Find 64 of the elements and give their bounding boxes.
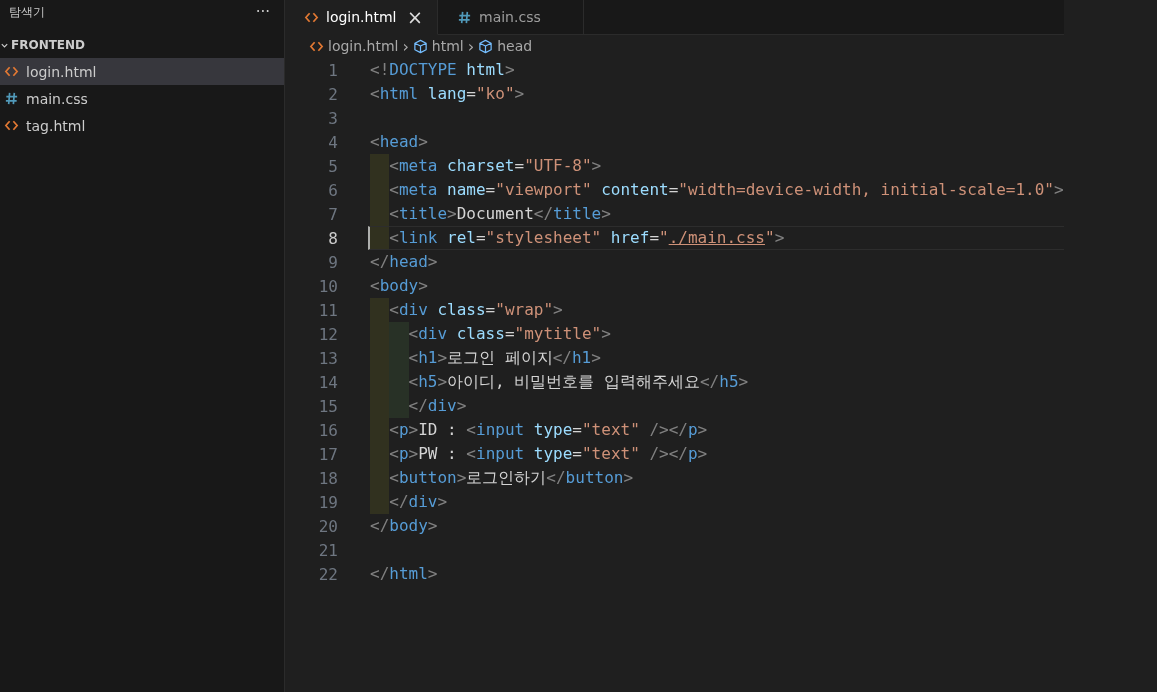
file-item[interactable]: tag.html [0,112,284,139]
code-line: <h5>아이디, 비밀번호를 입력해주세요</h5> [408,371,749,393]
code-line: <head> [370,131,428,153]
code-line: </html> [370,563,438,585]
line-number: 12 [317,324,338,344]
cube-icon [478,38,494,54]
line-number: 19 [317,492,338,512]
code-line: <body> [370,275,428,297]
breadcrumb-item[interactable]: head [497,38,533,54]
editor-tab[interactable]: main.css [438,0,584,35]
breadcrumb-item[interactable]: login.html [328,38,399,54]
cube-icon [412,38,428,54]
close-button[interactable]: × [405,6,425,28]
breadcrumb-item[interactable]: html [431,38,464,54]
file-item[interactable]: login.html [0,58,284,85]
code-line: <link rel="stylesheet" href="./main.css"> [389,227,785,249]
line-number: 17 [317,444,338,464]
line-number: 8 [327,228,338,248]
hash-icon [4,91,19,106]
code-line: <div class="wrap"> [389,299,563,321]
line-number: 16 [317,420,338,440]
line-number: 6 [327,180,338,200]
line-number: 11 [317,300,338,320]
code-line: </body> [370,515,438,537]
line-number: 20 [317,516,338,536]
line-number: 14 [317,372,338,392]
more-actions-button[interactable]: ··· [255,3,270,21]
line-number: 2 [327,84,338,104]
code-line: <title>Document</title> [389,203,611,225]
code-line: <p>ID : <input type="text" /></p> [389,419,708,441]
code-line: <button>로그인하기</button> [389,467,634,489]
line-number: 1 [327,60,338,80]
editor-tab[interactable]: login.html × [285,0,438,35]
breadcrumb-separator: › [402,36,409,56]
indent-guide [370,227,390,249]
line-number: 4 [327,132,338,152]
code-line: <meta name="viewport" content="width=device-width, initial-scale=1.0"> [389,179,1064,201]
code-line: </div> [408,395,467,417]
line-number: 13 [317,348,338,368]
code-brackets-icon [4,64,19,79]
line-number: 15 [317,396,338,416]
indent-guide [370,202,390,226]
explorer-title: 탐색기 [9,3,45,21]
line-number: 7 [327,204,338,224]
line-number: 22 [317,564,338,584]
line-number: 3 [327,108,338,128]
file-item[interactable]: main.css [0,85,284,112]
code-line: <html lang="ko"> [370,83,525,105]
line-number: 21 [317,540,338,560]
code-line: <meta charset="UTF-8"> [389,155,602,177]
code-line: <div class="mytitle"> [408,323,611,345]
hash-icon [457,9,472,25]
folder-name[interactable]: FRONTEND [11,38,86,52]
line-number: 10 [317,276,338,296]
breadcrumb-separator: › [467,36,475,56]
code-brackets-icon [4,118,19,133]
line-number: 9 [327,252,338,272]
code-line: </div> [389,491,448,513]
line-number: 18 [317,468,338,488]
code-line: <p>PW : <input type="text" /></p> [389,443,708,465]
line-number: 5 [327,156,338,176]
code-line: </head> [370,251,438,273]
code-line: <h1>로그인 페이지</h1> [408,347,601,369]
code-line: <!DOCTYPE html> [370,59,515,81]
